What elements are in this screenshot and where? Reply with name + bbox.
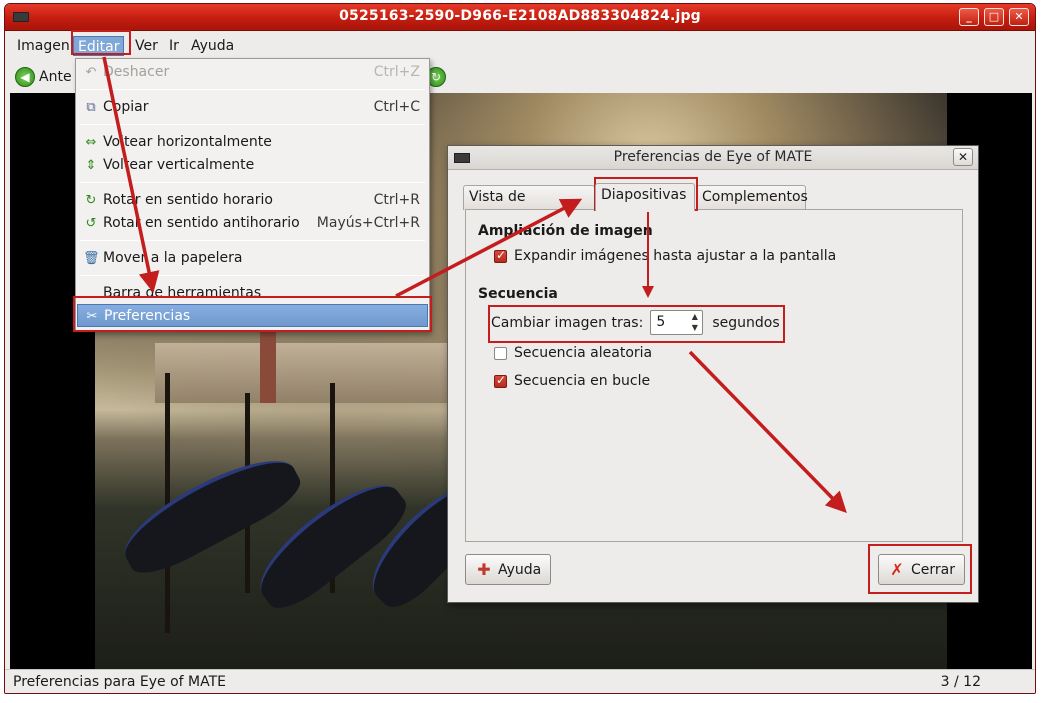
dialog-close-icon[interactable]: ✕ <box>953 148 973 166</box>
previous-label: Ante <box>39 69 72 85</box>
spin-up-icon[interactable]: ▲ <box>689 312 700 322</box>
menu-separator <box>80 124 425 125</box>
menu-item-accel: Ctrl+Z <box>373 64 420 80</box>
slideshow-tab-page: Ampliación de imagen Expandir imágenes h… <box>465 209 963 542</box>
seconds-spinbutton[interactable]: 5 ▲ ▼ <box>650 310 704 335</box>
change-image-row: Cambiar imagen tras: 5 ▲ ▼ segundos <box>491 310 780 335</box>
help-button[interactable]: ✚ Ayuda <box>465 554 552 585</box>
menu-item-label: Mover a la papelera <box>103 250 243 266</box>
flip-horizontal-icon: ⇔ <box>85 135 97 150</box>
spin-down-icon[interactable]: ▼ <box>689 323 700 333</box>
menu-item-undo[interactable]: ↶ Deshacer Ctrl+Z <box>77 61 428 84</box>
close-button[interactable]: ✗ Cerrar <box>878 554 965 585</box>
menu-item-label: Preferencias <box>104 308 191 324</box>
help-button-label: Ayuda <box>498 561 542 578</box>
menu-item-toolbar[interactable]: Barra de herramientas <box>77 282 428 305</box>
preferences-dialog: Preferencias de Eye of MATE ✕ Vista de i… <box>447 145 979 603</box>
preferences-icon: ✂ <box>86 309 98 324</box>
tab-vista-de-imagenes[interactable]: Vista de imágenes <box>463 185 595 228</box>
loop-sequence-checkbox[interactable] <box>494 373 507 388</box>
window-titlebar[interactable]: 0525163-2590-D966-E2108AD883304824.jpg _… <box>5 4 1035 31</box>
menu-editar[interactable]: Editar <box>73 36 125 56</box>
close-x-icon: ✗ <box>890 559 904 579</box>
copy-icon: ⧉ <box>86 100 96 115</box>
rotate-cw-icon: ↻ <box>85 193 97 208</box>
menu-item-flip-vertical[interactable]: ⇕ Voltear verticalmente <box>77 154 428 177</box>
menu-item-label: Barra de herramientas <box>103 285 262 301</box>
seconds-value: 5 <box>656 314 666 330</box>
photo-bell-tower <box>260 328 276 403</box>
trash-icon: 🗑 <box>83 251 100 266</box>
random-sequence-row[interactable]: Secuencia aleatoria <box>494 345 652 361</box>
random-sequence-label: Secuencia aleatoria <box>514 345 653 361</box>
random-sequence-checkbox[interactable] <box>494 346 507 360</box>
menu-separator <box>80 89 425 90</box>
menu-item-label: Copiar <box>103 99 149 115</box>
menu-item-copy[interactable]: ⧉ Copiar Ctrl+C <box>77 96 428 119</box>
menu-item-label: Rotar en sentido antihorario <box>103 215 300 231</box>
menu-item-rotate-cw[interactable]: ↻ Rotar en sentido horario Ctrl+R <box>77 189 428 212</box>
menu-separator <box>80 182 425 183</box>
tab-diapositivas[interactable]: Diapositivas <box>595 183 695 211</box>
menu-item-accel: Mayús+Ctrl+R <box>316 215 420 231</box>
menu-item-preferences[interactable]: ✂ Preferencias <box>77 304 428 327</box>
tab-complementos[interactable]: Complementos <box>696 185 808 210</box>
menu-imagen[interactable]: Imagen <box>13 36 74 56</box>
window-title: 0525163-2590-D966-E2108AD883304824.jpg <box>339 8 701 24</box>
close-icon[interactable]: ✕ <box>1009 8 1029 26</box>
menu-separator <box>80 240 425 241</box>
menu-item-flip-horizontal[interactable]: ⇔ Voltear horizontalmente <box>77 131 428 154</box>
menu-item-accel: Ctrl+C <box>373 99 420 115</box>
loop-sequence-label: Secuencia en bucle <box>514 373 651 389</box>
expand-images-row[interactable]: Expandir imágenes hasta ajustar a la pan… <box>494 248 836 264</box>
status-message: Preferencias para Eye of MATE <box>13 674 227 690</box>
menu-ayuda[interactable]: Ayuda <box>187 36 238 56</box>
dialog-titlebar[interactable]: Preferencias de Eye of MATE ✕ <box>448 146 978 170</box>
menu-item-accel: Ctrl+R <box>373 192 420 208</box>
change-image-label: Cambiar imagen tras: <box>491 314 644 331</box>
statusbar: Preferencias para Eye of MATE 3 / 12 <box>5 669 1035 693</box>
zoom-heading: Ampliación de imagen <box>478 223 653 239</box>
expand-images-checkbox[interactable] <box>494 248 507 263</box>
help-icon: ✚ <box>477 559 491 579</box>
menu-ir[interactable]: Ir <box>165 36 183 56</box>
rotate-ccw-icon: ↺ <box>85 216 97 231</box>
menubar: Imagen Editar Ver Ir Ayuda <box>5 32 1035 58</box>
flip-vertical-icon: ⇕ <box>85 158 97 173</box>
go-back-icon: ◀ <box>15 67 35 87</box>
menu-item-label: Deshacer <box>103 64 170 80</box>
menu-ver[interactable]: Ver <box>131 36 162 56</box>
previous-button[interactable]: ◀ Ante <box>15 65 72 89</box>
menu-item-label: Voltear horizontalmente <box>103 134 272 150</box>
sequence-heading: Secuencia <box>478 286 558 302</box>
menu-item-rotate-ccw[interactable]: ↺ Rotar en sentido antihorario Mayús+Ctr… <box>77 212 428 235</box>
close-button-label: Cerrar <box>911 561 955 578</box>
maximize-icon[interactable]: □ <box>984 8 1004 26</box>
edit-menu: ↶ Deshacer Ctrl+Z ⧉ Copiar Ctrl+C ⇔ Volt… <box>75 58 430 332</box>
seconds-unit: segundos <box>712 314 780 331</box>
dialog-title: Preferencias de Eye of MATE <box>613 149 813 165</box>
loop-sequence-row[interactable]: Secuencia en bucle <box>494 373 650 389</box>
menu-item-label: Voltear verticalmente <box>103 157 255 173</box>
menu-item-move-to-trash[interactable]: 🗑 Mover a la papelera <box>77 247 428 270</box>
minimize-icon[interactable]: _ <box>959 8 979 26</box>
undo-icon: ↶ <box>85 65 97 80</box>
menu-separator <box>80 275 425 276</box>
image-counter: 3 / 12 <box>940 674 981 690</box>
expand-images-label: Expandir imágenes hasta ajustar a la pan… <box>514 248 837 264</box>
menu-item-label: Rotar en sentido horario <box>103 192 273 208</box>
